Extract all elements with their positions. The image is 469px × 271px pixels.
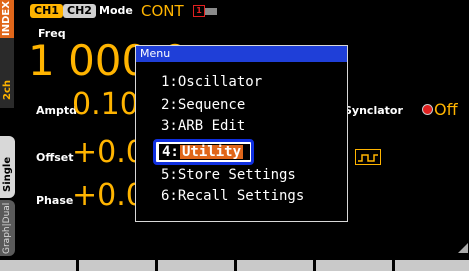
amptd-value[interactable]: 0.10 xyxy=(72,90,139,120)
softkey-3[interactable] xyxy=(158,260,234,271)
amptd-label: Amptd xyxy=(36,104,77,117)
channel-tab-label: 2ch xyxy=(2,79,13,100)
single-tab[interactable]: Single xyxy=(0,136,15,198)
offset-value[interactable]: +0.0 xyxy=(72,138,145,168)
menu-panel: Menu 1:Oscillator 2:Sequence 3:ARB Edit … xyxy=(135,45,348,222)
menu-item-store-settings[interactable]: 5:Store Settings xyxy=(161,167,296,185)
phase-value[interactable]: +0.0 xyxy=(72,181,145,211)
menu-item-label: ARB Edit xyxy=(177,118,246,134)
single-tab-label: Single xyxy=(2,156,13,192)
mode-label: Mode xyxy=(99,4,133,17)
menu-item-recall-settings[interactable]: 6:Recall Settings xyxy=(161,188,304,206)
menu-item-number: 3: xyxy=(161,118,178,134)
synclator-status-icon xyxy=(422,104,433,115)
menu-item-label: Sequence xyxy=(177,97,246,113)
ch2-badge[interactable]: CH2 xyxy=(63,4,96,18)
menu-item-number: 5: xyxy=(161,167,178,183)
offset-label: Offset xyxy=(36,151,74,164)
menu-title-bar: Menu xyxy=(136,46,347,62)
square-wave-icon[interactable] xyxy=(355,149,381,165)
menu-item-oscillator[interactable]: 1:Oscillator xyxy=(161,74,262,92)
menu-item-arb-edit[interactable]: 3:ARB Edit xyxy=(161,118,245,136)
phase-label: Phase xyxy=(36,194,74,207)
menu-item-number: 6: xyxy=(161,188,178,204)
menu-item-label: Oscillator xyxy=(177,74,263,90)
softkey-2[interactable] xyxy=(79,260,155,271)
softkey-5[interactable] xyxy=(316,260,392,271)
status-icon: 1 xyxy=(193,5,205,17)
menu-item-sequence[interactable]: 2:Sequence xyxy=(161,97,245,115)
menu-item-label-selected: Utility xyxy=(180,144,244,160)
synclator-label: Synclator xyxy=(344,104,403,117)
menu-item-utility[interactable]: 4: Utility xyxy=(153,139,254,165)
channel-tab[interactable]: 2ch xyxy=(0,38,14,108)
index-tab[interactable]: INDEX xyxy=(0,0,14,38)
menu-item-label: Store Settings xyxy=(177,167,296,183)
corner-arrow-icon xyxy=(458,243,468,253)
graph-dual-tab[interactable]: Graph|Dual xyxy=(0,200,15,256)
status-indicator-icon xyxy=(205,8,217,15)
synclator-value[interactable]: Off xyxy=(434,100,458,119)
softkey-6[interactable] xyxy=(395,260,469,271)
menu-item-label: Recall Settings xyxy=(177,188,305,204)
menu-item-number: 1: xyxy=(161,74,178,90)
softkey-4[interactable] xyxy=(237,260,313,271)
graph-dual-tab-label: Graph|Dual xyxy=(2,202,12,254)
menu-title: Menu xyxy=(140,47,171,60)
mode-value: CONT xyxy=(141,2,184,20)
index-tab-label: INDEX xyxy=(1,1,12,36)
instrument-screen: INDEX 2ch Single Graph|Dual CH1 CH2 Mode… xyxy=(0,0,469,271)
menu-item-number: 2: xyxy=(161,97,178,113)
menu-item-number: 4: xyxy=(162,144,179,160)
softkey-1[interactable] xyxy=(0,260,76,271)
ch1-badge[interactable]: CH1 xyxy=(30,4,63,18)
